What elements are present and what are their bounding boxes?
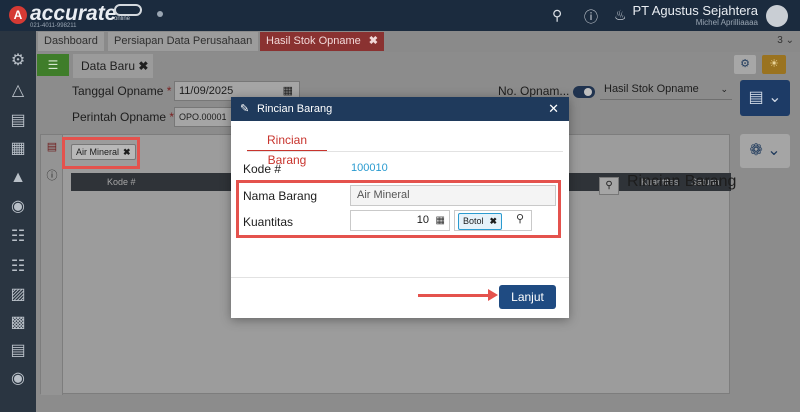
list-icon[interactable]: ☰ xyxy=(37,54,69,76)
avatar[interactable] xyxy=(766,5,788,27)
search-icon[interactable]: ⚲ xyxy=(552,7,562,24)
auto-number-toggle[interactable] xyxy=(573,86,595,98)
brand-contact: 021-4011-998211 xyxy=(30,23,77,29)
lanjut-button[interactable]: Lanjut xyxy=(499,285,556,309)
chip-highlight xyxy=(62,137,140,169)
tab-dashboard[interactable]: Dashboard xyxy=(38,32,104,51)
annotation-arrow-head xyxy=(488,289,498,301)
tab-hasil-stok-opname[interactable]: Hasil Stok Opname ✖ xyxy=(260,32,384,51)
panel-side-tabs: ▤ ⓘ xyxy=(41,135,63,395)
perintah-label: Perintah Opname * xyxy=(72,110,175,124)
dialog-header: ✎ Rincian Barang ✕ xyxy=(231,97,569,121)
top-bar: A accurate online 021-4011-998211 ⚲ ⓘ ♨ … xyxy=(0,0,800,31)
company-name[interactable]: PT Agustus Sejahtera xyxy=(632,3,758,18)
tab-close-icon[interactable]: ✖ xyxy=(369,35,378,47)
report-icon[interactable]: ◉ xyxy=(8,369,28,389)
tanggal-label: Tanggal Opname * xyxy=(72,84,172,98)
info-tab-icon[interactable]: ⓘ xyxy=(45,167,59,182)
pencil-icon: ✎ xyxy=(240,103,250,115)
ledger-icon[interactable]: ▤ xyxy=(8,111,28,131)
factory-icon[interactable]: ▨ xyxy=(8,285,28,305)
help-icon[interactable]: ⓘ xyxy=(584,7,598,27)
warehouse-icon[interactable]: ▲ xyxy=(8,168,28,188)
accurate-logo-icon: A xyxy=(9,6,27,24)
sidebar: ⚙ △ ▤ ▦ ▲ ◉ ☷ ☷ ▨ ▩ ▤ ◉ xyxy=(0,31,36,412)
user-name: Michel Aprilliaaaa xyxy=(695,18,758,27)
tab-bar: Dashboard Persiapan Data Perusahaan Hasi… xyxy=(36,31,800,52)
cloud-icon xyxy=(114,4,142,16)
tab-counter[interactable]: 3 ⌄ xyxy=(777,35,794,46)
chevron-down-icon: ⌄ xyxy=(720,84,728,94)
tab-divider xyxy=(247,151,563,152)
settings-button[interactable]: ⚙ xyxy=(734,55,756,74)
status-dot-icon xyxy=(157,11,163,17)
cart-icon[interactable]: ☷ xyxy=(8,227,28,247)
fields-highlight xyxy=(236,180,561,238)
panel-title: Rincian Barang xyxy=(627,173,737,190)
receipt-icon[interactable]: ▦ xyxy=(8,139,28,159)
attachment-button[interactable]: ❁ ⌄ xyxy=(740,134,790,168)
brand-sub: online xyxy=(114,16,131,22)
tipe-select[interactable]: Hasil Stok Opname ⌄ xyxy=(600,80,732,100)
perintah-input[interactable]: OPO.00001 xyxy=(174,107,232,127)
save-button[interactable]: ▤ ⌄ xyxy=(740,80,790,116)
gear-icon[interactable]: ⚙ xyxy=(8,51,28,71)
cart-receive-icon[interactable]: ☷ xyxy=(8,257,28,277)
close-icon[interactable]: ✕ xyxy=(548,97,559,121)
bag-icon[interactable]: ◉ xyxy=(8,197,28,217)
no-opname-label: No. Opnam... xyxy=(498,84,570,98)
bell-icon[interactable]: ♨ xyxy=(614,7,627,24)
panel-search-button[interactable]: ⚲ xyxy=(599,177,619,195)
col-kode: Kode # xyxy=(107,177,136,187)
chart-icon[interactable]: ▩ xyxy=(8,313,28,333)
document-icon[interactable]: ▤ xyxy=(8,341,28,361)
tab-rincian-barang[interactable]: Rincian Barang xyxy=(247,130,327,167)
subtab-data-baru[interactable]: Data Baru ✖ xyxy=(73,54,153,78)
document-tab-icon[interactable]: ▤ xyxy=(45,140,59,154)
tips-button[interactable]: ☀ xyxy=(762,55,786,74)
dialog-title: Rincian Barang xyxy=(257,103,333,115)
subtab-close-icon[interactable]: ✖ xyxy=(138,59,148,73)
kode-value[interactable]: 100010 xyxy=(351,162,388,174)
tab-persiapan-data[interactable]: Persiapan Data Perusahaan xyxy=(108,32,259,51)
annotation-arrow xyxy=(418,294,492,297)
kode-label: Kode # xyxy=(243,162,282,176)
footer-divider xyxy=(231,277,569,278)
bank-icon[interactable]: △ xyxy=(8,81,28,101)
